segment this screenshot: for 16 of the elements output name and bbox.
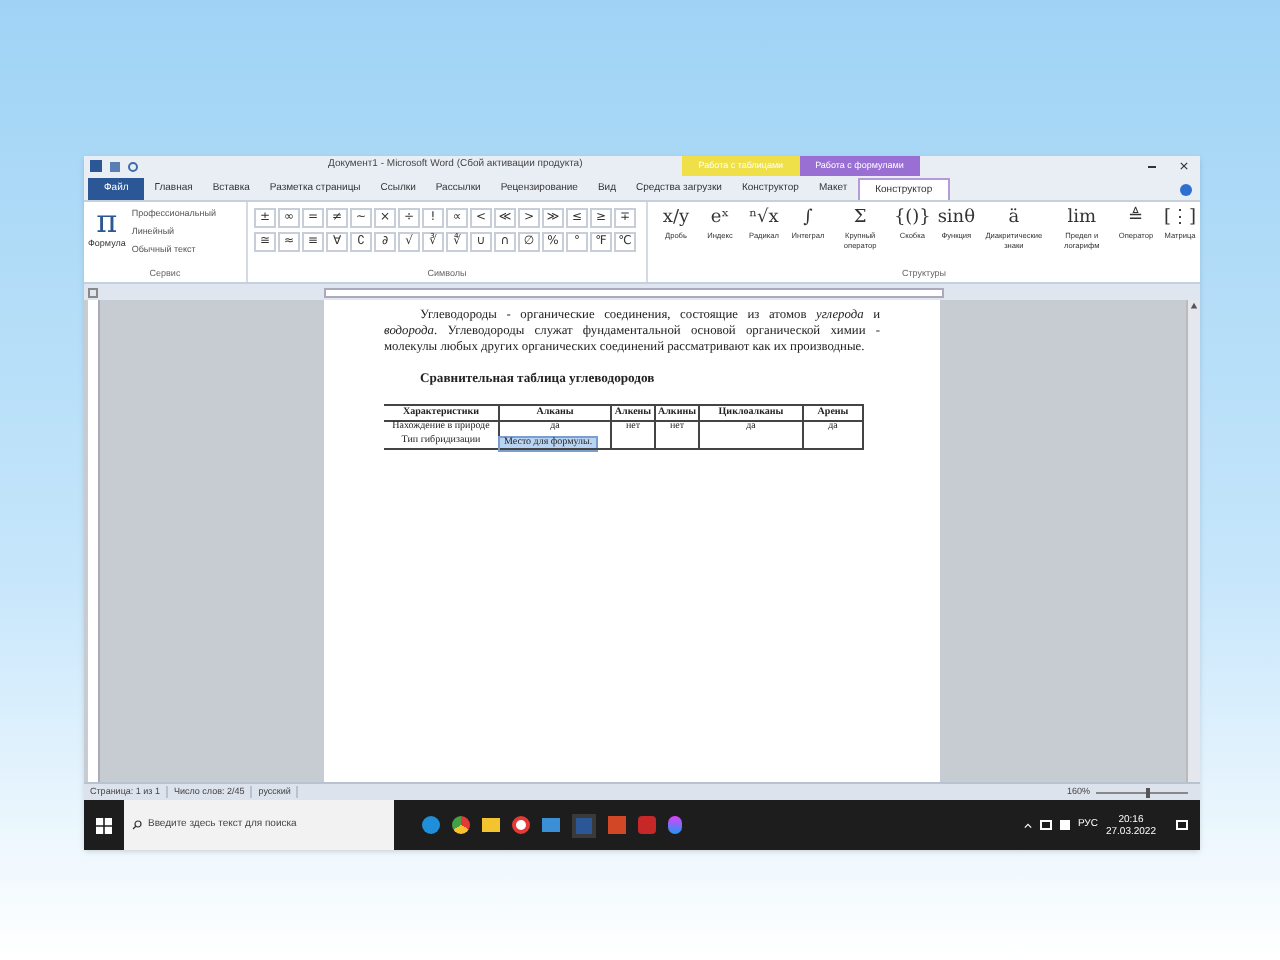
close-icon[interactable] [1180,162,1188,170]
minimize-icon[interactable] [1148,165,1156,167]
windows-logo-icon[interactable] [96,817,112,833]
undo-icon[interactable] [128,161,138,171]
notification-icon[interactable] [1176,820,1188,830]
network-icon[interactable] [1039,820,1052,830]
drop-icon[interactable] [668,816,682,834]
help-icon[interactable] [1180,184,1192,196]
speaker-icon[interactable] [1059,820,1070,830]
word-icon [90,160,102,172]
search-icon [132,820,142,830]
browser-icon[interactable] [512,816,530,834]
ruler-toggle-icon[interactable] [88,287,98,297]
zoom-thumb[interactable] [1146,787,1151,797]
tray-chevron-icon[interactable] [1023,821,1032,829]
save-icon[interactable] [110,161,120,171]
